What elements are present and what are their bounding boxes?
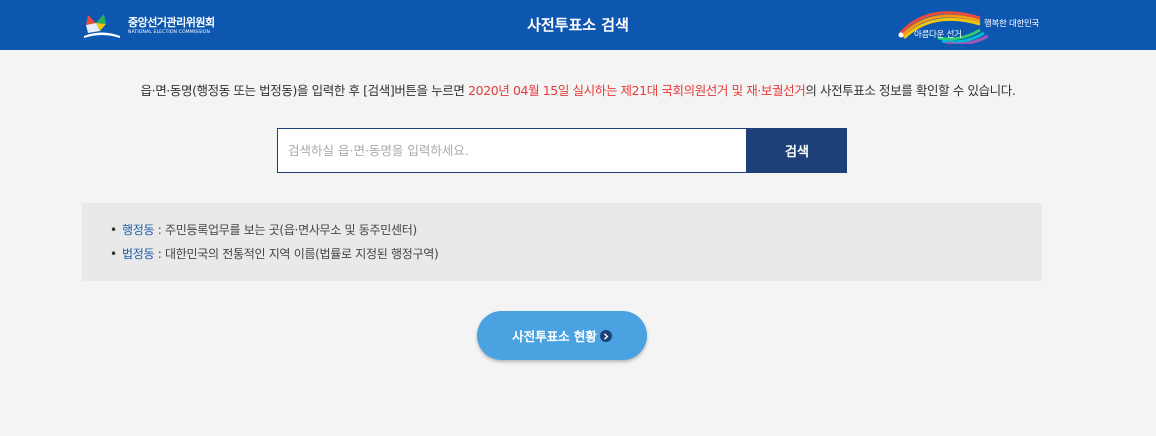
search-form: 검색: [277, 128, 847, 173]
intro-text-after: 의 사전투표소 정보를 확인할 수 있습니다.: [805, 83, 1016, 98]
bullet-icon: •: [110, 247, 117, 261]
header-bar: 중앙선거관리위원회 NATIONAL ELECTION COMMISSION 사…: [0, 0, 1156, 50]
campaign-logo: 행복한 대한민국 아름다운 선거: [898, 8, 1048, 44]
info-description: : 주민등록업무를 보는 곳(읍·면사무소 및 동주민센터): [154, 223, 417, 237]
chevron-right-circle-icon: [599, 330, 612, 342]
campaign-logo-line2: 아름다운 선거: [914, 30, 962, 40]
list-item: • 법정동 : 대한민국의 전통적인 지역 이름(법률로 지정된 행정구역): [110, 242, 439, 266]
intro-text: 읍·면·동명(행정동 또는 법정동)을 입력한 후 [검색]버튼을 누르면 20…: [0, 80, 1156, 99]
search-button[interactable]: 검색: [747, 128, 847, 173]
search-input[interactable]: [277, 128, 747, 173]
bullet-icon: •: [110, 223, 117, 237]
info-list: • 행정동 : 주민등록업무를 보는 곳(읍·면사무소 및 동주민센터) • 법정동…: [110, 218, 439, 266]
info-term: 행정동: [122, 223, 155, 237]
list-item: • 행정동 : 주민등록업무를 보는 곳(읍·면사무소 및 동주민센터): [110, 218, 438, 242]
info-term: 법정동: [122, 247, 155, 261]
intro-highlight: 2020년 04월 15일 실시하는 제21대 국회의원선거 및 재·보궐선거: [468, 83, 806, 98]
early-voting-status-button[interactable]: 사전투표소 현황: [477, 311, 647, 360]
status-button-label: 사전투표소 현황: [512, 329, 597, 344]
intro-text-before: 읍·면·동명(행정동 또는 법정동)을 입력한 후 [검색]버튼을 누르면: [140, 83, 469, 98]
info-box: • 행정동 : 주민등록업무를 보는 곳(읍·면사무소 및 동주민센터) • 법정동…: [82, 203, 1042, 281]
campaign-logo-line1: 행복한 대한민국: [984, 19, 1040, 29]
info-description: : 대한민국의 전통적인 지역 이름(법률로 지정된 행정구역): [154, 247, 439, 261]
